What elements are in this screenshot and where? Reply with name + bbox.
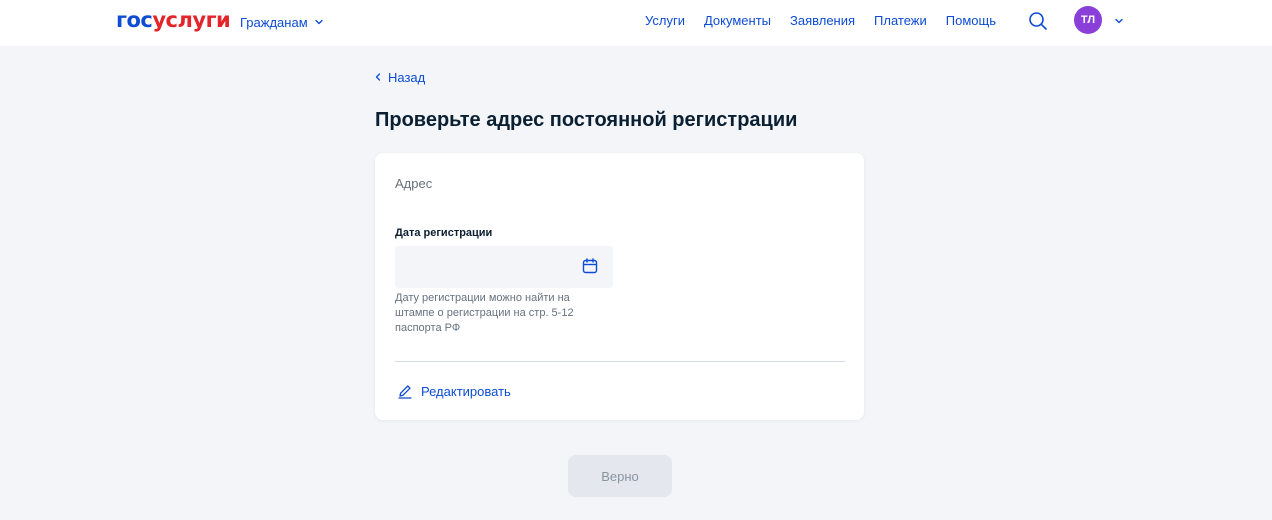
pencil-icon — [398, 385, 412, 399]
registration-date-input[interactable] — [395, 246, 613, 288]
edit-address-button[interactable]: Редактировать — [397, 383, 511, 399]
chevron-down-icon — [314, 19, 323, 25]
avatar-initials: ТЛ — [1080, 14, 1096, 26]
edit-label: Редактировать — [421, 383, 511, 399]
registration-date-hint: Дату регистрации можно найти на штампе о… — [395, 292, 574, 334]
page-title: Проверьте адрес постоянной регистрации — [375, 109, 798, 131]
back-link[interactable]: Назад — [374, 69, 425, 85]
user-avatar[interactable]: ТЛ — [1074, 6, 1102, 34]
back-label: Назад — [388, 69, 426, 85]
nav-help[interactable]: Помощь — [946, 12, 996, 30]
address-card: Адрес Дата регистрации Дату регистрации … — [375, 153, 864, 420]
top-header: госуслуги Гражданам Услуги Документы Зая… — [0, 0, 1272, 46]
gosuslugi-logo[interactable]: госуслуги — [116, 7, 231, 33]
nav-applications[interactable]: Заявления — [790, 12, 855, 30]
chevron-down-icon[interactable] — [1114, 16, 1124, 26]
logo-part-gos: гос — [116, 8, 153, 32]
audience-dropdown[interactable]: Гражданам — [240, 13, 324, 31]
divider — [395, 361, 845, 362]
nav-services[interactable]: Услуги — [645, 12, 685, 30]
nav-payments[interactable]: Платежи — [874, 12, 927, 30]
confirm-button[interactable]: Верно — [568, 455, 672, 497]
calendar-icon[interactable] — [581, 257, 599, 275]
logo-part-uslugi: услуги — [152, 8, 231, 32]
main-nav: Услуги Документы Заявления Платежи Помощ… — [645, 12, 996, 30]
chevron-left-icon — [375, 73, 381, 81]
address-label: Адрес — [395, 176, 433, 191]
audience-label: Гражданам — [240, 14, 308, 30]
registration-date-label: Дата регистрации — [395, 227, 493, 239]
search-icon[interactable] — [1027, 10, 1049, 32]
nav-documents[interactable]: Документы — [704, 12, 771, 30]
